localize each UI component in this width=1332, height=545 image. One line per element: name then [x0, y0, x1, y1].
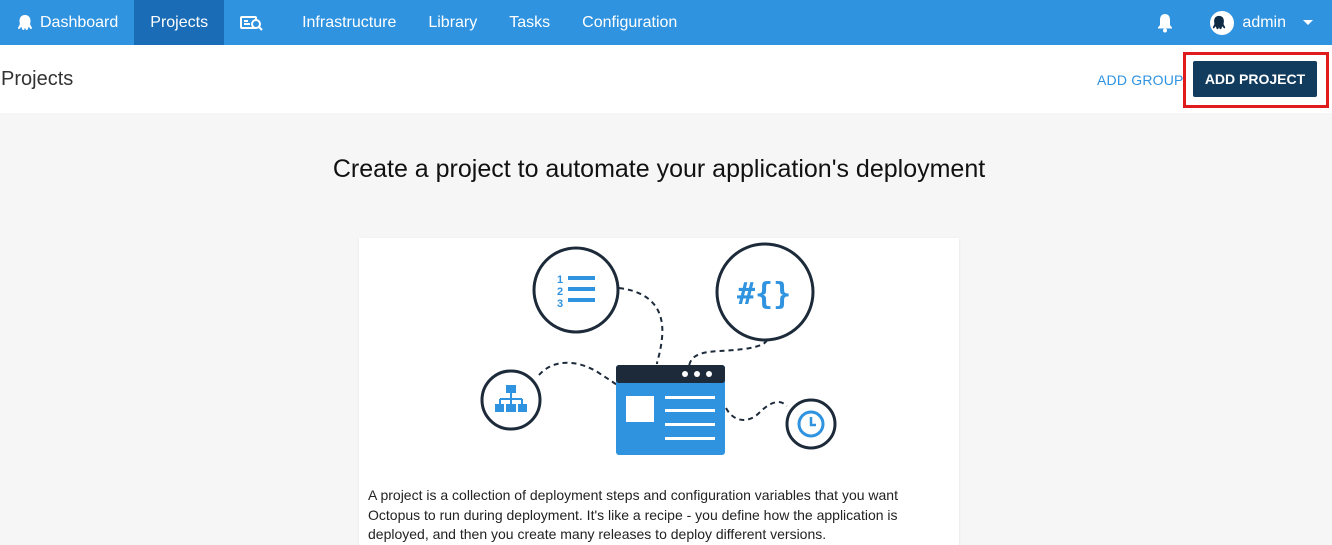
- octopus-avatar-icon: [1213, 15, 1226, 29]
- octopus-icon: [18, 14, 32, 30]
- hierarchy-icon-group: [480, 369, 542, 431]
- nav-library-label: Library: [428, 13, 478, 31]
- nav-configuration[interactable]: Configuration: [566, 0, 693, 45]
- top-navigation: Dashboard Projects Infrastructure Librar…: [0, 0, 1332, 45]
- add-group-button[interactable]: ADD GROUP: [1097, 72, 1184, 88]
- svg-text:#{}: #{}: [737, 277, 791, 312]
- onboarding-description: A project is a collection of deployment …: [368, 487, 898, 542]
- nav-infrastructure-label: Infrastructure: [302, 13, 397, 31]
- nav-tasks[interactable]: Tasks: [493, 0, 566, 45]
- nav-search-dashboard[interactable]: [224, 0, 286, 45]
- avatar: [1210, 10, 1235, 35]
- page-header: Projects ADD GROUP ADD PROJECT: [0, 45, 1332, 113]
- deployment-illustration: 1 2 3 #{}: [480, 242, 837, 455]
- bell-icon: [1158, 13, 1173, 32]
- nav-dashboard-label: Dashboard: [40, 13, 119, 31]
- nav-tasks-label: Tasks: [509, 13, 551, 31]
- onboarding-card: 1 2 3 #{} A project is a collection of d…: [359, 238, 959, 545]
- nav-configuration-label: Configuration: [582, 13, 678, 31]
- nav-dashboard[interactable]: Dashboard: [0, 0, 134, 45]
- nav-projects-label: Projects: [150, 13, 209, 31]
- svg-text:1: 1: [557, 274, 563, 286]
- add-project-button[interactable]: ADD PROJECT: [1193, 61, 1317, 97]
- list-step-icon-group: 1 2 3: [532, 246, 620, 334]
- clock-icon-group: [785, 398, 837, 450]
- page-title: Projects: [1, 68, 74, 90]
- variables-icon-group: #{}: [715, 242, 815, 342]
- onboarding-headline: Create a project to automate your applic…: [332, 155, 986, 183]
- user-menu[interactable]: admin: [1210, 0, 1332, 45]
- browser-window-group: [616, 365, 725, 455]
- nav-projects[interactable]: Projects: [134, 0, 225, 45]
- nav-infrastructure[interactable]: Infrastructure: [286, 0, 412, 45]
- notifications-button[interactable]: [1140, 0, 1210, 45]
- username: admin: [1242, 13, 1286, 31]
- svg-text:2: 2: [557, 286, 563, 298]
- svg-text:3: 3: [557, 298, 563, 310]
- nav-library[interactable]: Library: [412, 0, 493, 45]
- search-dashboard-icon: [240, 15, 263, 31]
- chevron-down-icon: [1303, 19, 1313, 25]
